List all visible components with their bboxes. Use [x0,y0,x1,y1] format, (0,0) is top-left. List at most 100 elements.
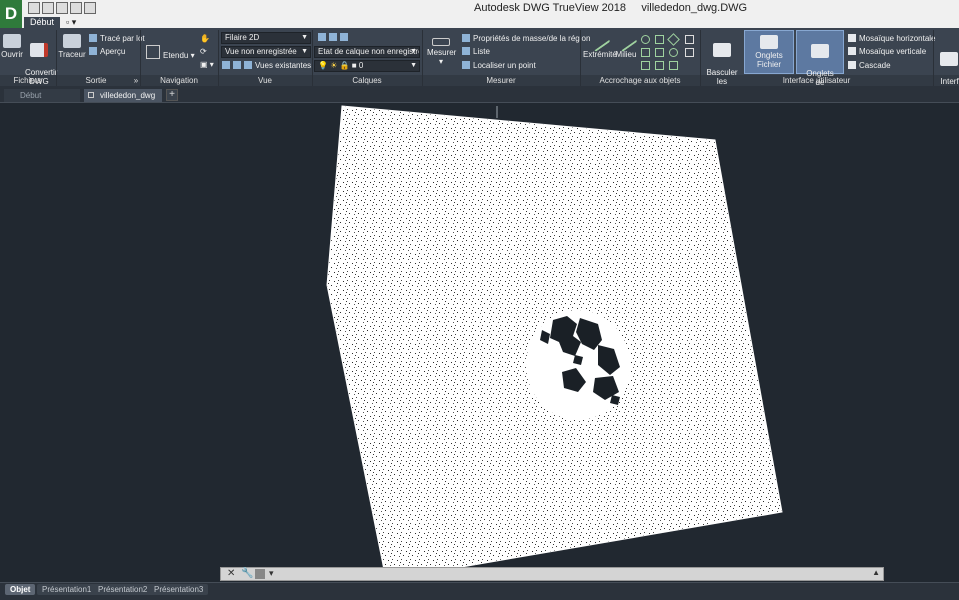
lightbulb-icon: 💡 [318,61,328,70]
mass-properties-button[interactable]: Propriétés de masse/de la région [462,34,590,44]
user-interface-icon [940,52,958,66]
panel-label-navigation: Navigation [160,76,198,85]
snap-node-icon[interactable] [655,35,664,44]
drawing-canvas[interactable] [0,103,959,582]
chevron-up-icon[interactable]: ▲ [872,568,880,577]
layer-state-select[interactable]: Etat de calque non enregistré ▼ [314,46,420,58]
window-title: Autodesk DWG TrueView 2018 villededon_dw… [474,2,747,14]
zoom-extents-icon [146,45,160,59]
panel-expander-sortie[interactable]: » [132,75,140,86]
doc-tab-start[interactable]: Début [4,89,80,102]
snap-extension-icon[interactable] [655,48,664,57]
layout-tab-presentation3[interactable]: Présentation3 [149,584,209,595]
layout-tab-presentation2[interactable]: Présentation2 [93,584,153,595]
panel-label-interface: Interface utilisateur [782,76,851,85]
extents-button[interactable]: Etendu ▾ [146,45,195,61]
named-view-select[interactable]: Vue non enregistrée ▼ [221,46,311,58]
layer-value: 0 [358,61,364,70]
save-quick-icon[interactable] [42,2,54,14]
snap-center-icon[interactable] [641,35,650,44]
pan-button[interactable]: ✋ [200,34,210,44]
existing-views-button[interactable]: Vues existantes [222,61,311,71]
panel-label-sortie: Sortie [85,76,107,85]
preview-icon [89,47,97,55]
snap-perpendicular-icon[interactable] [641,61,650,70]
snap-intersection-icon[interactable] [641,48,650,57]
snap-settings-icon[interactable] [685,35,694,44]
view-cube-icon: ▣ [200,60,208,69]
command-prompt-icon[interactable] [255,569,265,579]
tile-vertical-button[interactable]: Mosaïque verticale [848,47,926,57]
file-tabs-icon [760,35,778,49]
snap-endpoint-icon [587,30,611,52]
ribbon-tab-more[interactable]: ▫ ▾ [60,17,82,28]
plot-icon [63,34,81,48]
command-line[interactable]: ✕ 🔧 ▾ ▲ [220,567,884,581]
visual-style-select[interactable]: Filaire 2D ▼ [221,32,311,44]
batch-plot-label: Tracé par lot [100,34,145,43]
layer-select[interactable]: 💡 ☀ 🔒 ■ 0 ▼ [314,60,420,72]
snap-nearest-icon[interactable] [669,61,678,70]
file-tabs-button[interactable]: Onglets Fichier [744,30,794,74]
snap-midpoint-label: Milieu [615,50,637,59]
mass-properties-icon [462,34,470,42]
layout-tabs-button[interactable]: Onglets de présentation [796,30,844,96]
panel-label-accrochage: Accrochage aux objets [599,76,681,85]
wrench-icon[interactable]: 🔧 [241,568,253,579]
snap-tangent-icon[interactable] [669,48,678,57]
snap-clear-icon[interactable] [685,48,694,57]
preview-button[interactable]: Aperçu [89,47,125,57]
new-tab-button[interactable]: + [166,89,178,101]
views-icon [244,61,252,69]
measure-button[interactable]: Mesurer ▾ [427,34,457,66]
open-icon [3,34,21,48]
open-button[interactable]: Ouvrir [1,34,23,59]
close-icon[interactable]: ✕ [227,568,235,579]
undo-quick-icon[interactable] [84,2,96,14]
plot-button[interactable]: Traceur [58,34,86,59]
snap-endpoint-label: Extrémité [583,50,617,59]
snap-midpoint-button[interactable]: Milieu [614,30,638,59]
list-label: Liste [473,47,490,56]
ribbon-tab-row [22,17,959,28]
print-quick-icon[interactable] [56,2,68,14]
list-icon [462,47,470,55]
title-bar: Autodesk DWG TrueView 2018 villededon_dw… [0,0,959,17]
tile-horizontal-label: Mosaïque horizontale [859,34,936,43]
measure-label: Mesurer [427,48,457,57]
tile-vertical-label: Mosaïque verticale [859,47,927,56]
layer-state-value: Etat de calque non enregistré [318,47,420,56]
snap-parallel-icon[interactable] [655,61,664,70]
existing-views-label: Vues existantes [255,61,312,70]
open-quick-icon[interactable] [28,2,40,14]
file-title: villededon_dwg.DWG [641,2,748,14]
cascade-button[interactable]: Cascade [848,61,891,71]
chevron-down-icon[interactable]: ▾ [269,568,274,579]
orbit-button[interactable]: ⟳ [200,47,207,57]
drawing-viewport[interactable] [0,103,959,582]
list-button[interactable]: Liste [462,47,490,57]
ribbon-tab-debut[interactable]: Début [24,17,61,28]
named-view-value: Vue non enregistrée [225,47,297,56]
panel-label-mesurer: Mesurer [486,76,516,85]
layout-tab-presentation1[interactable]: Présentation1 [37,584,97,595]
layer-icon [318,33,326,41]
batch-plot-button[interactable]: Tracé par lot [89,34,145,44]
doc-tab-villededon[interactable]: villededon_dwg [84,89,162,102]
app-logo[interactable]: D [0,0,22,28]
layer-tools[interactable] [318,33,351,43]
view-cube-button[interactable]: ▣ ▾ [200,60,214,70]
panel-divider [933,30,934,86]
cascade-label: Cascade [859,61,891,70]
snap-endpoint-button[interactable]: Extrémité [583,30,617,59]
tile-horizontal-button[interactable]: Mosaïque horizontale [848,34,936,44]
layer-icon [340,33,348,41]
locate-point-button[interactable]: Localiser un point [462,61,536,71]
tile-horizontal-icon [848,34,856,42]
plot-quick-icon[interactable] [70,2,82,14]
open-label: Ouvrir [1,50,23,59]
layer-icon [329,33,337,41]
switch-windows-icon [713,43,731,57]
layout-tab-model[interactable]: Objet [5,584,36,595]
batch-plot-icon [89,34,97,42]
